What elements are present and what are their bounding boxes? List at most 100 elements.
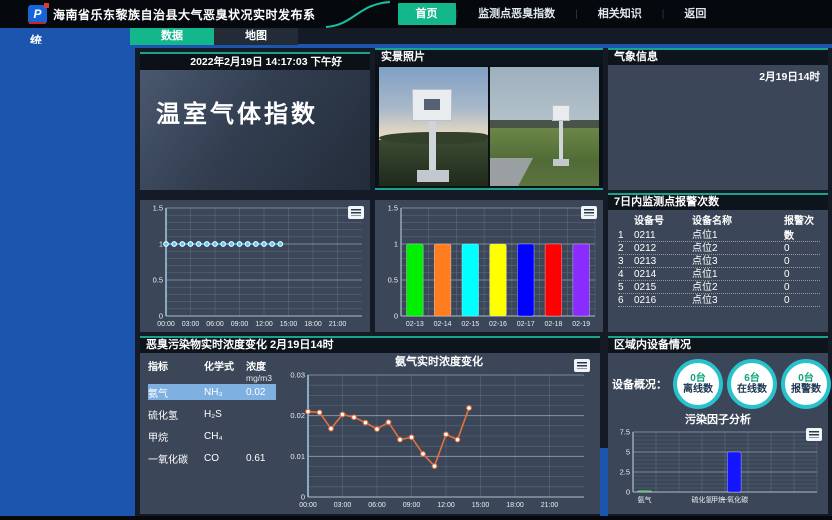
weather-timestamp: 2月19日14时	[608, 65, 828, 84]
svg-text:0.5: 0.5	[153, 276, 163, 285]
dashboard-screen: P 海南省乐东黎族自治县大气恶臭状况实时发布系 首页|监测点恶臭指数|相关知识|…	[0, 0, 832, 520]
alarm-table-row: 60216点位30	[618, 294, 820, 307]
svg-text:06:00: 06:00	[206, 321, 224, 328]
odor-table-row[interactable]: 硫化氢H₂S	[148, 406, 276, 422]
svg-text:一氧化碳: 一氧化碳	[720, 495, 748, 504]
photo1-device-pole	[429, 121, 436, 173]
svg-text:02-18: 02-18	[544, 321, 562, 328]
alarm-cell: 点位3	[692, 255, 784, 268]
svg-text:06:00: 06:00	[368, 502, 386, 509]
odor-table-row[interactable]: 氨气NH₃0.02	[148, 384, 276, 400]
odor-col-formula: 化学式	[204, 358, 246, 373]
tab-1[interactable]: 数据	[130, 28, 214, 45]
photos-panel: 实景照片	[375, 48, 603, 190]
page-title: 温室气体指数	[140, 70, 370, 129]
odor-table-row[interactable]: 甲烷CH₄	[148, 428, 276, 444]
odor-col-concentration: 浓度 mg/m3	[246, 358, 280, 383]
alarm-cell: 0215	[634, 281, 692, 294]
weather-panel-title: 气象信息	[608, 50, 828, 65]
svg-text:0: 0	[394, 312, 398, 321]
logo-subtext	[29, 22, 45, 24]
photo2-device-box	[552, 105, 570, 121]
svg-text:21:00: 21:00	[541, 502, 559, 509]
odor-table-row[interactable]: 一氧化碳CO0.61	[148, 450, 276, 466]
tab-bar: 数据地图	[130, 28, 298, 45]
greenhouse-line-chart-panel: 00.511.500:0003:0006:0009:0012:0015:0018…	[140, 200, 370, 332]
pollution-factor-chart-area: 02.557.5氨气硫化氢甲烷一氧化碳	[608, 428, 828, 509]
stat-count: 0台	[690, 373, 706, 384]
odor-table-rows: 氨气NH₃0.02 硫化氢H₂S 甲烷CH₄ 一氧化碳CO0.61	[148, 384, 276, 466]
svg-text:5: 5	[626, 448, 630, 457]
stat-label: 报警数	[791, 384, 821, 395]
svg-text:1.5: 1.5	[388, 204, 398, 213]
odor-name: 硫化氢	[148, 407, 204, 422]
alarm-cell: 点位2	[692, 281, 784, 294]
svg-text:7.5: 7.5	[620, 428, 630, 437]
device-overview-label: 设备概况：	[612, 376, 670, 392]
photo2-device-base	[553, 159, 569, 166]
ammonia-line-chart: 00.010.020.0300:0003:0006:0009:0012:0015…	[278, 369, 596, 513]
nav-item-1[interactable]: 首页	[398, 3, 456, 25]
nav-item-2[interactable]: 监测点恶臭指数	[458, 3, 575, 25]
chart-menu-icon[interactable]	[348, 206, 364, 219]
alarm-cell: 5	[618, 281, 634, 294]
odor-panel-title: 恶臭污染物实时浓度变化 2月19日14时	[140, 338, 600, 353]
chart-menu-icon[interactable]	[574, 359, 590, 372]
alarm-table-row: 10211点位10	[618, 229, 820, 242]
logo-glyph: P	[33, 7, 41, 21]
alarm-cell: 0	[784, 242, 820, 255]
device-stat-circle: 0台报警数	[781, 359, 831, 409]
svg-text:0: 0	[626, 488, 630, 497]
svg-text:2.5: 2.5	[620, 468, 630, 477]
device-stat-circle: 6台在线数	[727, 359, 777, 409]
chart-menu-icon[interactable]	[581, 206, 597, 219]
alarm-table-row: 40214点位10	[618, 268, 820, 281]
svg-text:0.03: 0.03	[290, 371, 305, 380]
nav-item-4[interactable]: 返回	[664, 3, 726, 25]
devices-panel: 区域内设备情况 设备概况： 0台离线数6台在线数0台报警数 污染因子分析 02.…	[608, 336, 828, 514]
alarm-cell: 4	[618, 268, 634, 281]
odor-name: 一氧化碳	[148, 451, 204, 466]
odor-value: 0.61	[246, 453, 280, 464]
topbar-curve-decoration	[324, 0, 394, 28]
alarm-cell: 0212	[634, 242, 692, 255]
chart-menu-icon[interactable]	[806, 428, 822, 441]
alarm-cell: 6	[618, 294, 634, 307]
svg-text:0.01: 0.01	[290, 452, 305, 461]
stat-label: 离线数	[683, 384, 713, 395]
ammonia-chart-title: 氨气实时浓度变化	[278, 353, 600, 369]
alarm-cell: 0	[784, 281, 820, 294]
device-overview-row: 设备概况： 0台离线数6台在线数0台报警数	[608, 353, 828, 411]
alarm-table-row: 50215点位20	[618, 281, 820, 294]
alarm-table: 设备号 设备名称 报警次数 10211点位1020212点位2030213点位3…	[608, 210, 828, 307]
odor-formula: NH₃	[204, 387, 246, 398]
topbar: P 海南省乐东黎族自治县大气恶臭状况实时发布系 首页|监测点恶臭指数|相关知识|…	[0, 0, 832, 28]
logo-red-dot	[44, 3, 49, 8]
svg-text:12:00: 12:00	[437, 502, 455, 509]
svg-text:15:00: 15:00	[472, 502, 490, 509]
alarm-cell: 2	[618, 242, 634, 255]
svg-text:02-17: 02-17	[517, 321, 535, 328]
alarm-cell: 0211	[634, 229, 692, 242]
odor-panel: 恶臭污染物实时浓度变化 2月19日14时 指标 化学式 浓度 mg/m3 氨气N…	[140, 336, 600, 514]
alarm-cell: 点位1	[692, 229, 784, 242]
odor-table: 指标 化学式 浓度 mg/m3 氨气NH₃0.02硫化氢H₂S甲烷CH₄一氧化碳…	[140, 353, 278, 515]
svg-text:09:00: 09:00	[403, 502, 421, 509]
svg-text:21:00: 21:00	[329, 321, 347, 328]
photo2-device-pole	[559, 121, 563, 161]
odor-name: 甲烷	[148, 429, 204, 444]
svg-text:00:00: 00:00	[157, 321, 175, 328]
greenhouse-bar-chart-panel: 00.511.502-1302-1402-1502-1602-1702-1802…	[375, 200, 603, 332]
tab-2[interactable]: 地图	[214, 28, 298, 45]
weather-body: 2月19日14时	[608, 65, 828, 190]
pollution-factor-bar-chart: 02.557.5氨气硫化氢甲烷一氧化碳	[611, 428, 823, 504]
alarm-cell: 0216	[634, 294, 692, 307]
header-underline	[0, 44, 832, 48]
svg-text:18:00: 18:00	[304, 321, 322, 328]
svg-text:12:00: 12:00	[255, 321, 273, 328]
stat-count: 6台	[744, 373, 760, 384]
svg-text:02-15: 02-15	[461, 321, 479, 328]
stat-label: 在线数	[737, 384, 767, 395]
nav-item-3[interactable]: 相关知识	[578, 3, 662, 25]
alarm-cell: 0	[784, 294, 820, 307]
